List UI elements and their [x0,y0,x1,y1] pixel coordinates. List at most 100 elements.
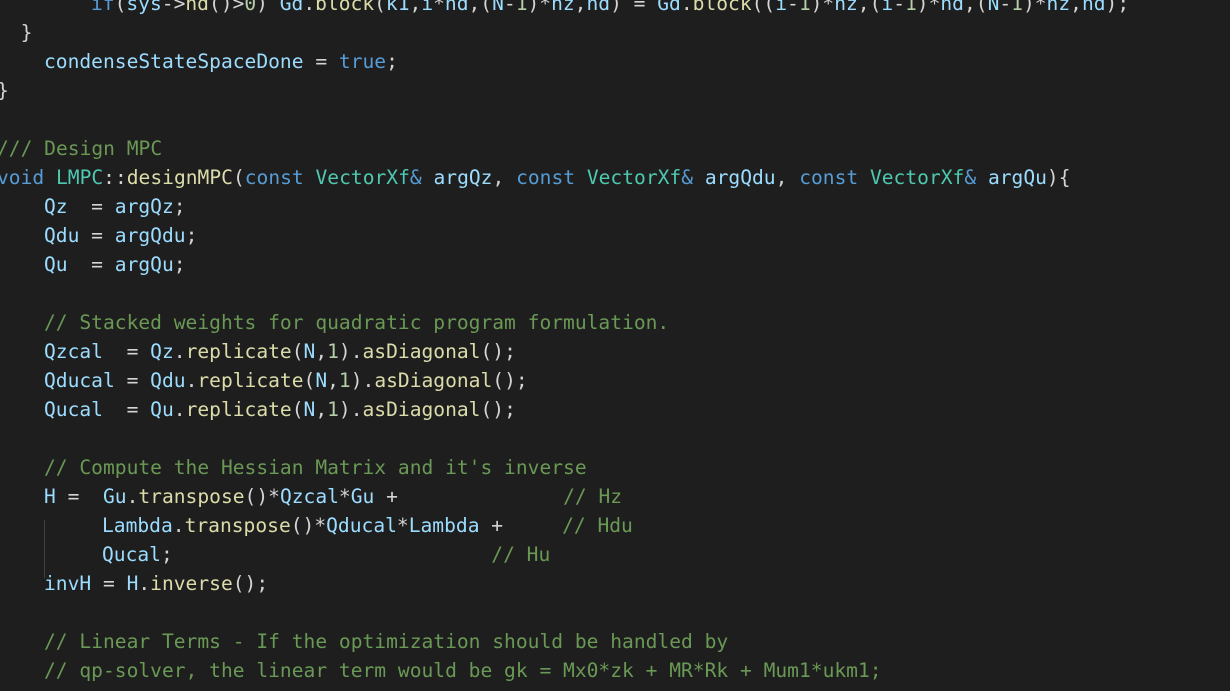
code-token: (); [232,572,269,595]
code-token: nz [1046,0,1071,15]
code-line[interactable]: Qdu = argQdu; [0,221,197,250]
code-token: ( [374,0,386,15]
code-line[interactable]: Qucal; // Hu [0,540,550,569]
code-token: ). [338,340,363,363]
code-token: argQdu [704,166,776,189]
code-token: Qdu [44,224,80,247]
code-token: transpose [138,485,245,508]
code-line[interactable]: // Compute the Hessian Matrix and it's i… [0,453,587,482]
code-token: )* [527,0,552,15]
code-line[interactable]: Qzcal = Qz.replicate(N,1).asDiagonal(); [0,337,516,366]
code-token: & [964,166,977,189]
code-token: , [315,398,328,421]
code-line[interactable]: // Linear Terms - If the optimization sh… [0,627,728,656]
code-token: . [173,340,186,363]
code-token: ,( [468,0,493,15]
code-token: , [409,0,422,15]
code-token: nd [940,0,964,15]
code-token: ( [114,0,127,15]
code-token: const [799,166,859,189]
code-token: . [138,572,151,595]
code-token: nd [185,0,209,15]
code-token: // Hu [491,543,551,566]
code-token: (); [480,340,516,363]
code-token: = [79,224,115,247]
code-token: ()* [290,514,327,537]
code-token: nz [834,0,858,15]
code-token: ) = [610,0,658,15]
code-token: Lambda [408,514,480,537]
code-token: = [67,195,115,218]
code-token: argQu [114,253,174,276]
code-token: ( [291,398,304,421]
code-token: Qucal [44,398,103,421]
code-token: ). [350,369,375,392]
code-token: 1 [904,0,917,15]
code-token: argQdu [114,224,186,247]
code-token: condenseStateSpaceDone [44,50,304,73]
code-line[interactable]: void LMPC::designMPC(const VectorXf& arg… [0,163,1071,192]
code-line[interactable]: Lambda.transpose()*Qducal*Lambda + // Hd… [0,511,633,540]
code-token: ()> [208,0,245,15]
code-line[interactable]: Qu = argQu; [0,250,186,279]
code-token: N [492,0,504,15]
code-token: , [574,0,587,15]
code-token: . [303,0,316,15]
code-token: ; [173,253,186,276]
code-token: , [492,166,517,189]
code-token: replicate [185,340,292,363]
code-line[interactable]: H = Gu.transpose()*Qzcal*Gu + // Hz [0,482,622,511]
code-token: . [680,0,693,15]
code-token: - [787,0,799,15]
code-token: 1 [798,0,811,15]
code-token: argQz [114,195,174,218]
code-token: transpose [184,514,291,537]
code-token: nz [551,0,575,15]
code-token: ; [185,224,198,247]
code-line[interactable]: Qz = argQz; [0,192,186,221]
code-line[interactable]: /// Design MPC [0,134,162,163]
code-token: ; [173,195,186,218]
code-token: , [1070,0,1082,15]
code-token: (); [480,398,516,421]
code-token: = [102,340,151,363]
code-token: )* [810,0,835,15]
code-line[interactable]: invH = H.inverse(); [0,569,268,598]
code-token: Qducal [44,369,115,392]
code-token: ,( [963,0,988,15]
code-token: Qu [150,398,174,421]
code-line[interactable]: // Stacked weights for quadratic program… [0,308,669,337]
code-line[interactable]: Qducal = Qdu.replicate(N,1).asDiagonal()… [0,366,528,395]
code-token: N [315,369,328,392]
code-line[interactable]: condenseStateSpaceDone = true; [0,47,398,76]
code-line[interactable]: // qp-solver, the linear term would be g… [0,656,882,685]
code-token: // Hdu [562,514,633,537]
code-line[interactable]: if(sys->nd()>0) Gd.block(k1,i*nd,(N-1)*n… [0,0,1129,18]
code-token: H [44,485,56,508]
code-token: const [244,166,304,189]
code-token: replicate [197,369,304,392]
code-line[interactable]: Qucal = Qu.replicate(N,1).asDiagonal(); [0,395,516,424]
code-token: 1 [338,369,351,392]
code-token: * [338,485,351,508]
code-token: . [173,398,186,421]
code-editor[interactable]: if(sys->nd()>0) Gd.block(k1,i*nd,(N-1)*n… [0,0,1230,691]
code-token: + [374,485,564,508]
code-token: } [0,21,33,44]
code-token: , [775,166,800,189]
code-token: asDiagonal [362,398,481,421]
code-token: i [881,0,894,15]
code-line[interactable]: } [0,18,33,47]
code-token: Qz [150,340,174,363]
code-token: ; [160,543,492,566]
code-token: - [893,0,905,15]
code-token: void [0,166,45,189]
code-line[interactable]: } [0,76,9,105]
